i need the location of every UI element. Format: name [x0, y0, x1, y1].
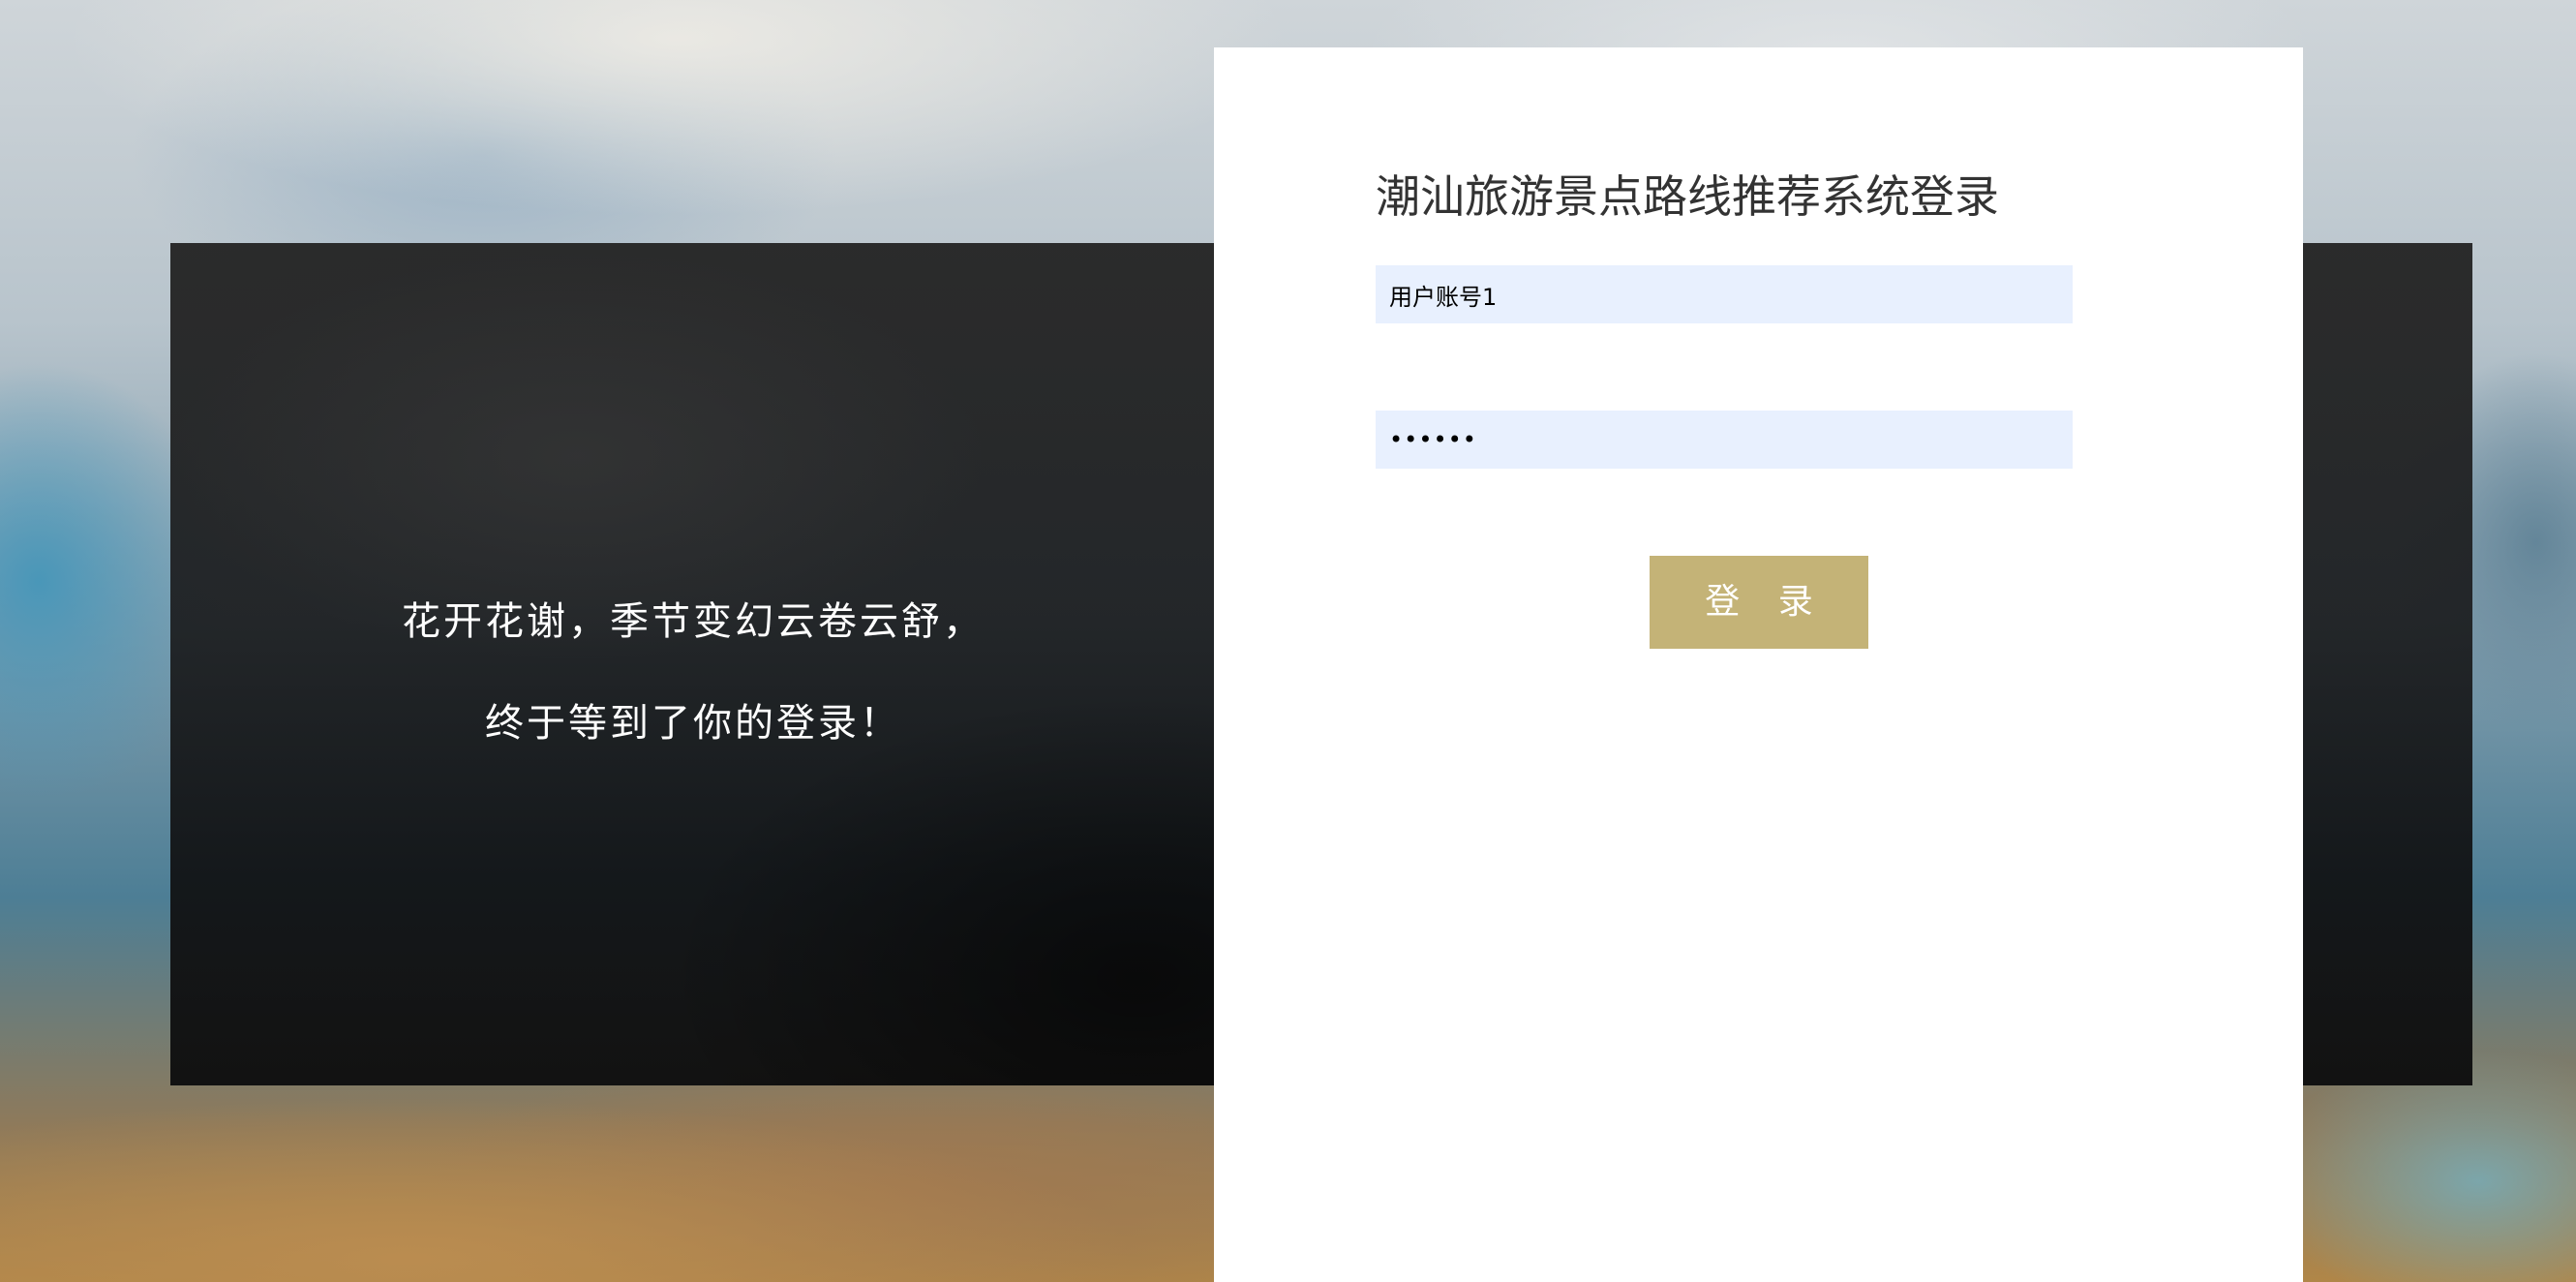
login-button[interactable]: 登 录	[1650, 556, 1868, 649]
login-card: 潮汕旅游景点路线推荐系统登录 登 录	[1214, 47, 2303, 1282]
password-field[interactable]	[1376, 411, 2073, 469]
welcome-line-2: 终于等到了你的登录！	[485, 701, 901, 746]
welcome-message: 花开花谢，季节变幻云卷云舒， 终于等到了你的登录！	[170, 571, 1216, 775]
login-page: 花开花谢，季节变幻云卷云舒， 终于等到了你的登录！ 潮汕旅游景点路线推荐系统登录…	[0, 0, 2576, 1282]
login-title: 潮汕旅游景点路线推荐系统登录	[1376, 170, 1999, 223]
welcome-line-1: 花开花谢，季节变幻云卷云舒，	[402, 599, 985, 644]
username-field[interactable]	[1376, 265, 2073, 323]
